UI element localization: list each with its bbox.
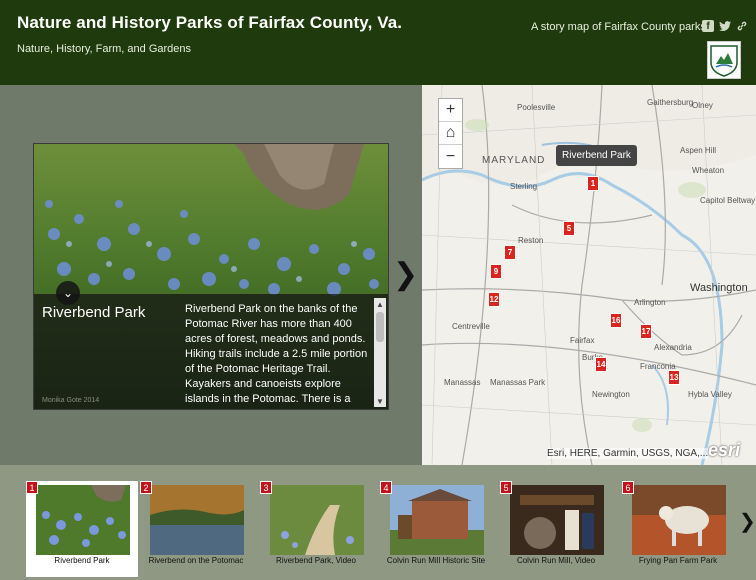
map-zoom-controls: + ⌂ − <box>438 98 463 169</box>
tagline: A story map of Fairfax County parks <box>531 21 706 33</box>
carousel-next-button[interactable]: ❯ <box>739 509 756 534</box>
item-label: Riverbend on the Potomac <box>148 556 244 565</box>
page-subtitle: Nature, History, Farm, and Gardens <box>17 43 192 55</box>
map-view[interactable]: Poolesville Gaithersburg Olney Aspen Hil… <box>422 85 756 465</box>
item-label: Colvin Run Mill Historic Site <box>386 556 486 565</box>
story-caption: ⌄ Riverbend Park Riverbend Park on the b… <box>34 281 388 409</box>
item-number: 2 <box>140 481 152 494</box>
map-label: Washington <box>690 282 748 294</box>
item-number: 5 <box>500 481 512 494</box>
item-label: Frying Pan Farm Park <box>638 556 718 565</box>
place-description: Riverbend Park on the banks of the Potom… <box>185 303 368 405</box>
carousel-item[interactable]: 6 Frying Pan Farm Park <box>622 481 734 577</box>
header: Nature and History Parks of Fairfax Coun… <box>0 0 756 85</box>
map-label: Manassas Park <box>490 378 546 387</box>
map-label: Manassas <box>444 378 480 387</box>
item-number: 6 <box>622 481 634 494</box>
thumbnail-image <box>270 485 364 555</box>
item-number: 4 <box>380 481 392 494</box>
item-number: 3 <box>260 481 272 494</box>
map-marker[interactable]: 17 <box>640 324 652 339</box>
esri-logo: esri <box>708 440 741 460</box>
thumbnail-image <box>390 485 484 555</box>
map-attribution: Esri, HERE, Garmin, USGS, NGA,... <box>547 448 709 459</box>
basemap: Poolesville Gaithersburg Olney Aspen Hil… <box>422 85 756 465</box>
carousel-item[interactable]: 1 Riverbend Park <box>26 481 138 577</box>
fairfax-park-logo[interactable] <box>707 41 741 79</box>
scroll-up-icon[interactable]: ▲ <box>374 298 386 310</box>
story-panel: ⌄ Riverbend Park Riverbend Park on the b… <box>0 85 422 465</box>
map-label: MARYLAND <box>482 155 545 166</box>
description-scrollbar[interactable]: ▲ ▼ <box>374 298 386 407</box>
map-marker[interactable]: 1 <box>587 176 599 191</box>
carousel-item[interactable]: 2 Riverbend on the Potomac <box>140 481 252 577</box>
map-label: Wheaton <box>692 166 724 175</box>
map-marker[interactable]: 14 <box>595 357 607 372</box>
place-name: Riverbend Park <box>42 304 146 321</box>
map-label: Arlington <box>634 298 666 307</box>
carousel-item[interactable]: 5 Colvin Run Mill, Video <box>500 481 612 577</box>
map-label: Capitol Beltway <box>700 196 755 205</box>
map-label: Centreville <box>452 322 490 331</box>
map-label: Reston <box>518 236 543 245</box>
map-marker[interactable]: 12 <box>488 292 500 307</box>
item-label: Colvin Run Mill, Video <box>516 556 596 565</box>
home-icon[interactable]: ⌂ <box>439 122 462 145</box>
next-story-button[interactable]: ❯ <box>393 257 418 292</box>
thumbnail-image <box>510 485 604 555</box>
thumbnail-image <box>36 485 130 555</box>
map-label: Newington <box>592 390 630 399</box>
map-marker[interactable]: 9 <box>490 264 502 279</box>
carousel-item[interactable]: 4 Colvin Run Mill Historic Site <box>380 481 492 577</box>
map-label: Gaithersburg <box>647 98 693 107</box>
map-marker[interactable]: 16 <box>610 313 622 328</box>
twitter-icon[interactable] <box>719 20 731 32</box>
map-label: Fairfax <box>570 336 594 345</box>
map-popup: Riverbend Park <box>556 145 637 166</box>
zoom-in-button[interactable]: + <box>439 99 462 122</box>
facebook-icon[interactable]: f <box>702 20 714 32</box>
carousel-item[interactable]: 3 Riverbend Park, Video <box>260 481 372 577</box>
social-links: f <box>702 20 748 32</box>
map-marker[interactable]: 7 <box>504 245 516 260</box>
map-label: Alexandria <box>654 343 692 352</box>
map-marker[interactable]: 5 <box>563 221 575 236</box>
item-number: 1 <box>26 481 38 494</box>
map-label: Sterling <box>510 182 537 191</box>
story-card: ⌄ Riverbend Park Riverbend Park on the b… <box>33 143 389 410</box>
scroll-down-icon[interactable]: ▼ <box>374 395 386 407</box>
scrollbar-thumb[interactable] <box>376 312 384 342</box>
zoom-out-button[interactable]: − <box>439 145 462 168</box>
item-label: Riverbend Park, Video <box>276 556 356 565</box>
map-label: Aspen Hill <box>680 146 716 155</box>
thumbnail-image <box>150 485 244 555</box>
item-label: Riverbend Park <box>54 556 110 565</box>
thumbnail-image <box>632 485 726 555</box>
map-label: Hybla Valley <box>688 390 732 399</box>
page-title: Nature and History Parks of Fairfax Coun… <box>17 13 403 32</box>
story-carousel: 1 Riverbend Park 2 Riverbend on the Poto… <box>0 465 756 580</box>
map-label: Olney <box>692 101 713 110</box>
collapse-caption-button[interactable]: ⌄ <box>56 281 80 305</box>
map-label: Poolesville <box>517 103 556 112</box>
map-marker[interactable]: 13 <box>668 370 680 385</box>
photo-credit: Monika Gote 2014 <box>42 397 100 404</box>
link-icon[interactable] <box>736 20 748 32</box>
